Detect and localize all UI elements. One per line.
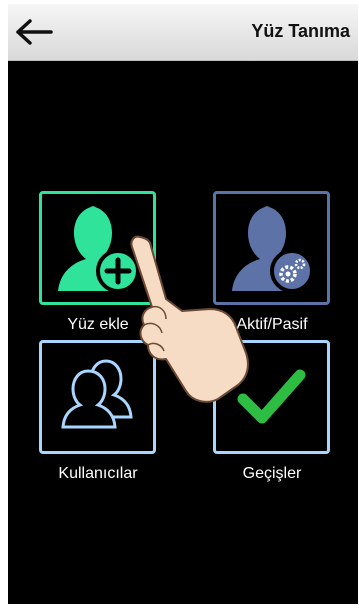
add-face-tile[interactable]	[39, 191, 156, 305]
users-tile[interactable]	[39, 340, 156, 454]
user-settings-icon	[232, 206, 314, 293]
users-icon	[61, 359, 133, 429]
add-face-label: Yüz ekle	[67, 316, 129, 333]
users-label: Kullanıcılar	[58, 465, 138, 482]
page-title: Yüz Tanıma	[251, 21, 350, 41]
back-button[interactable]	[10, 12, 58, 52]
arrow-left-icon	[16, 19, 53, 45]
add-user-icon	[58, 206, 140, 293]
active-passive-label: Aktif/Pasif	[236, 316, 308, 333]
passes-label: Geçişler	[242, 465, 302, 482]
checkmark-icon	[237, 369, 306, 424]
top-bar: Yüz Tanıma	[8, 4, 358, 61]
passes-tile[interactable]	[213, 340, 330, 454]
active-passive-tile[interactable]	[213, 191, 330, 305]
app-screen: Yüz Tanıma Yüz ekle Aktif/Pasif Kullanıc…	[8, 4, 358, 604]
